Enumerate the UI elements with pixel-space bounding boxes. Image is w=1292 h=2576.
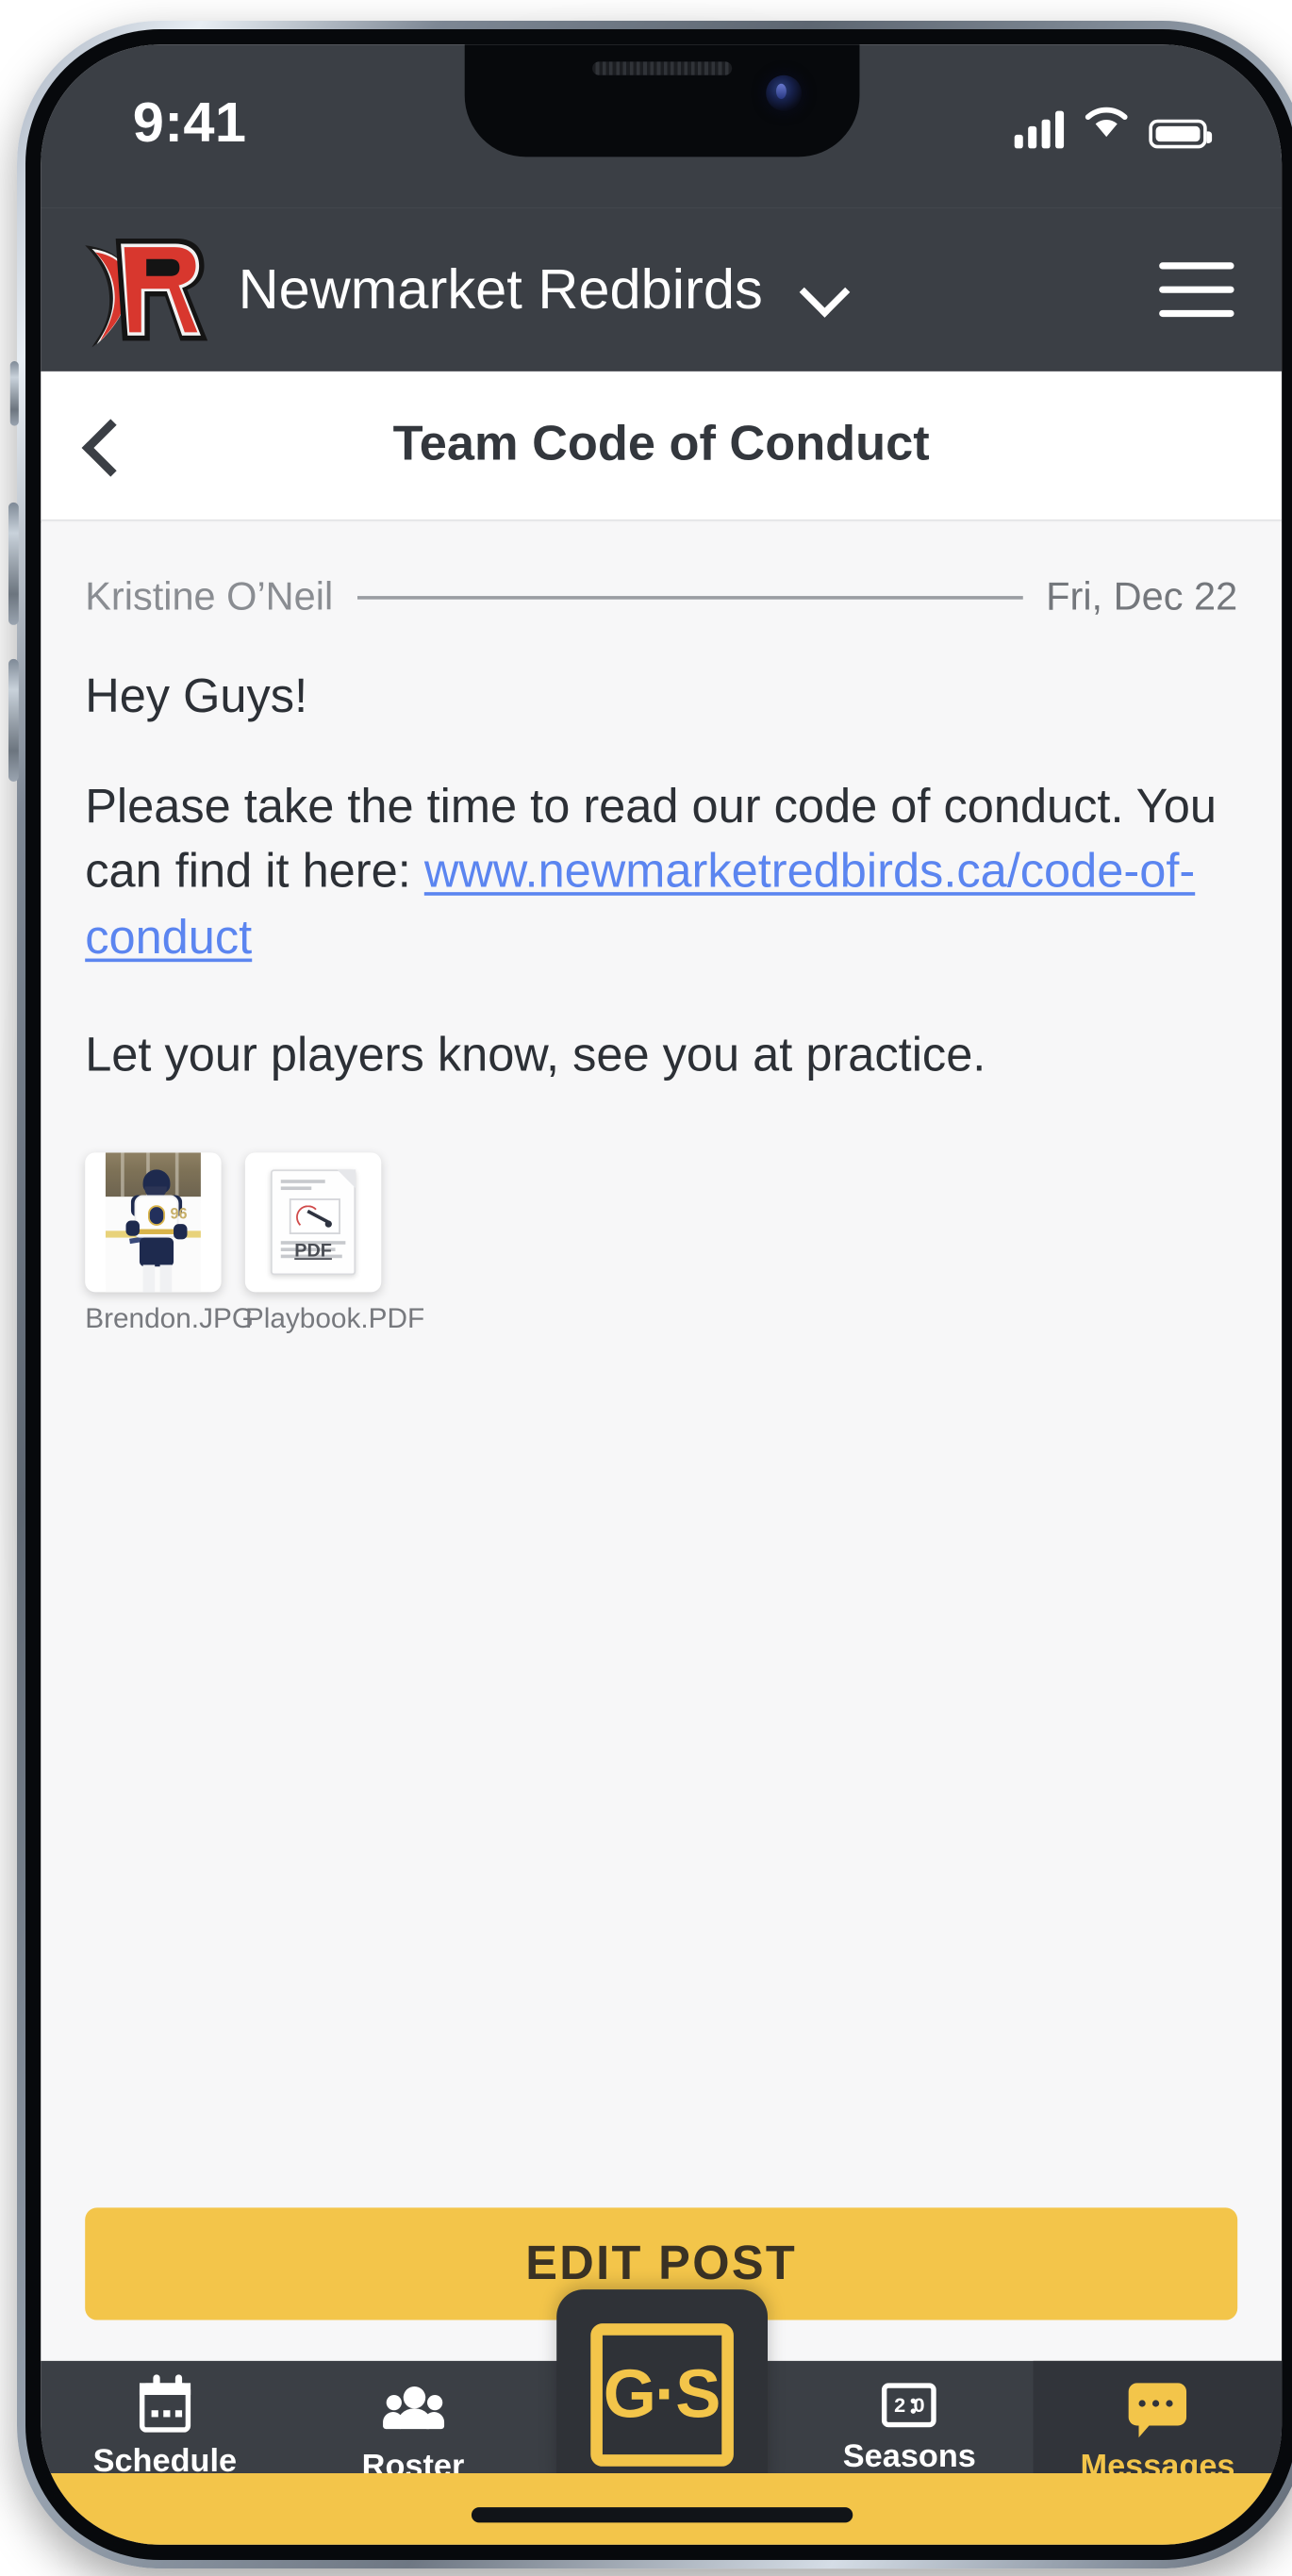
page-title: Team Code of Conduct — [392, 417, 930, 472]
gamesheet-logo-icon[interactable]: G·S — [555, 2289, 768, 2501]
pdf-file-icon[interactable]: PDF — [244, 1152, 382, 1293]
message-closing: Let your players know, see you at practi… — [85, 1027, 986, 1081]
nav-label-seasons: Seasons — [842, 2438, 976, 2475]
device-mockup: 9:41 Newmarket Redbirds Team Code of Con… — [0, 0, 1292, 2576]
attachment-name: Brendon.JPG — [85, 1304, 255, 1335]
hamburger-menu-icon[interactable] — [1159, 262, 1234, 318]
redbirds-logo[interactable] — [75, 222, 218, 357]
cellular-signal-icon — [1014, 110, 1065, 149]
chat-bubble-icon — [1128, 2383, 1187, 2438]
home-indicator-area — [41, 2473, 1283, 2545]
people-icon — [382, 2383, 444, 2437]
message-paragraph: Please take the time to read our code of… — [85, 774, 1237, 971]
pdf-badge: PDF — [294, 1241, 332, 1263]
team-name: Newmarket Redbirds — [238, 256, 763, 321]
meta-divider — [356, 595, 1022, 599]
attachment-list: 96 Brendon.JPG PDF Playbook.PDF — [41, 1132, 1282, 1337]
attachment-item-pdf[interactable]: PDF Playbook.PDF — [244, 1152, 425, 1337]
home-indicator[interactable] — [471, 2507, 853, 2523]
phone-body: 9:41 Newmarket Redbirds Team Code of Con… — [8, 21, 1292, 2569]
photo-thumbnail-icon[interactable]: 96 — [85, 1152, 222, 1293]
wifi-icon — [1083, 103, 1131, 149]
message-greeting: Hey Guys! — [85, 669, 308, 722]
volume-up-button[interactable] — [8, 502, 19, 625]
gs-logo-label: G·S — [589, 2323, 734, 2467]
message-meta: Kristine O’Neil Fri, Dec 22 — [41, 522, 1282, 619]
phone-bezel: 9:41 Newmarket Redbirds Team Code of Con… — [25, 29, 1292, 2561]
battery-full-icon — [1149, 119, 1213, 149]
attachment-item-image[interactable]: 96 Brendon.JPG — [85, 1152, 255, 1337]
earpiece-speaker — [591, 61, 732, 75]
status-indicators — [1014, 103, 1213, 149]
silent-switch[interactable] — [9, 361, 19, 426]
chevron-down-icon[interactable] — [803, 268, 848, 312]
front-camera — [765, 74, 802, 111]
page-header: Team Code of Conduct — [41, 371, 1283, 521]
message-detail-content: Kristine O’Neil Fri, Dec 22 Hey Guys! Pl… — [41, 522, 1283, 2361]
volume-down-button[interactable] — [8, 658, 19, 782]
message-body: Hey Guys! Please take the time to read o… — [41, 619, 1282, 1088]
device-notch — [463, 44, 859, 157]
status-bar: 9:41 — [41, 44, 1283, 208]
status-time: 9:41 — [132, 91, 247, 154]
phone-screen: 9:41 Newmarket Redbirds Team Code of Con… — [41, 44, 1283, 2545]
scoreboard-icon: 20 — [882, 2383, 937, 2428]
app-header: Newmarket Redbirds — [41, 207, 1283, 372]
attachment-name: Playbook.PDF — [244, 1304, 425, 1335]
message-date: Fri, Dec 22 — [1046, 573, 1238, 619]
message-author: Kristine O’Neil — [85, 573, 334, 619]
calendar-icon — [139, 2374, 190, 2433]
